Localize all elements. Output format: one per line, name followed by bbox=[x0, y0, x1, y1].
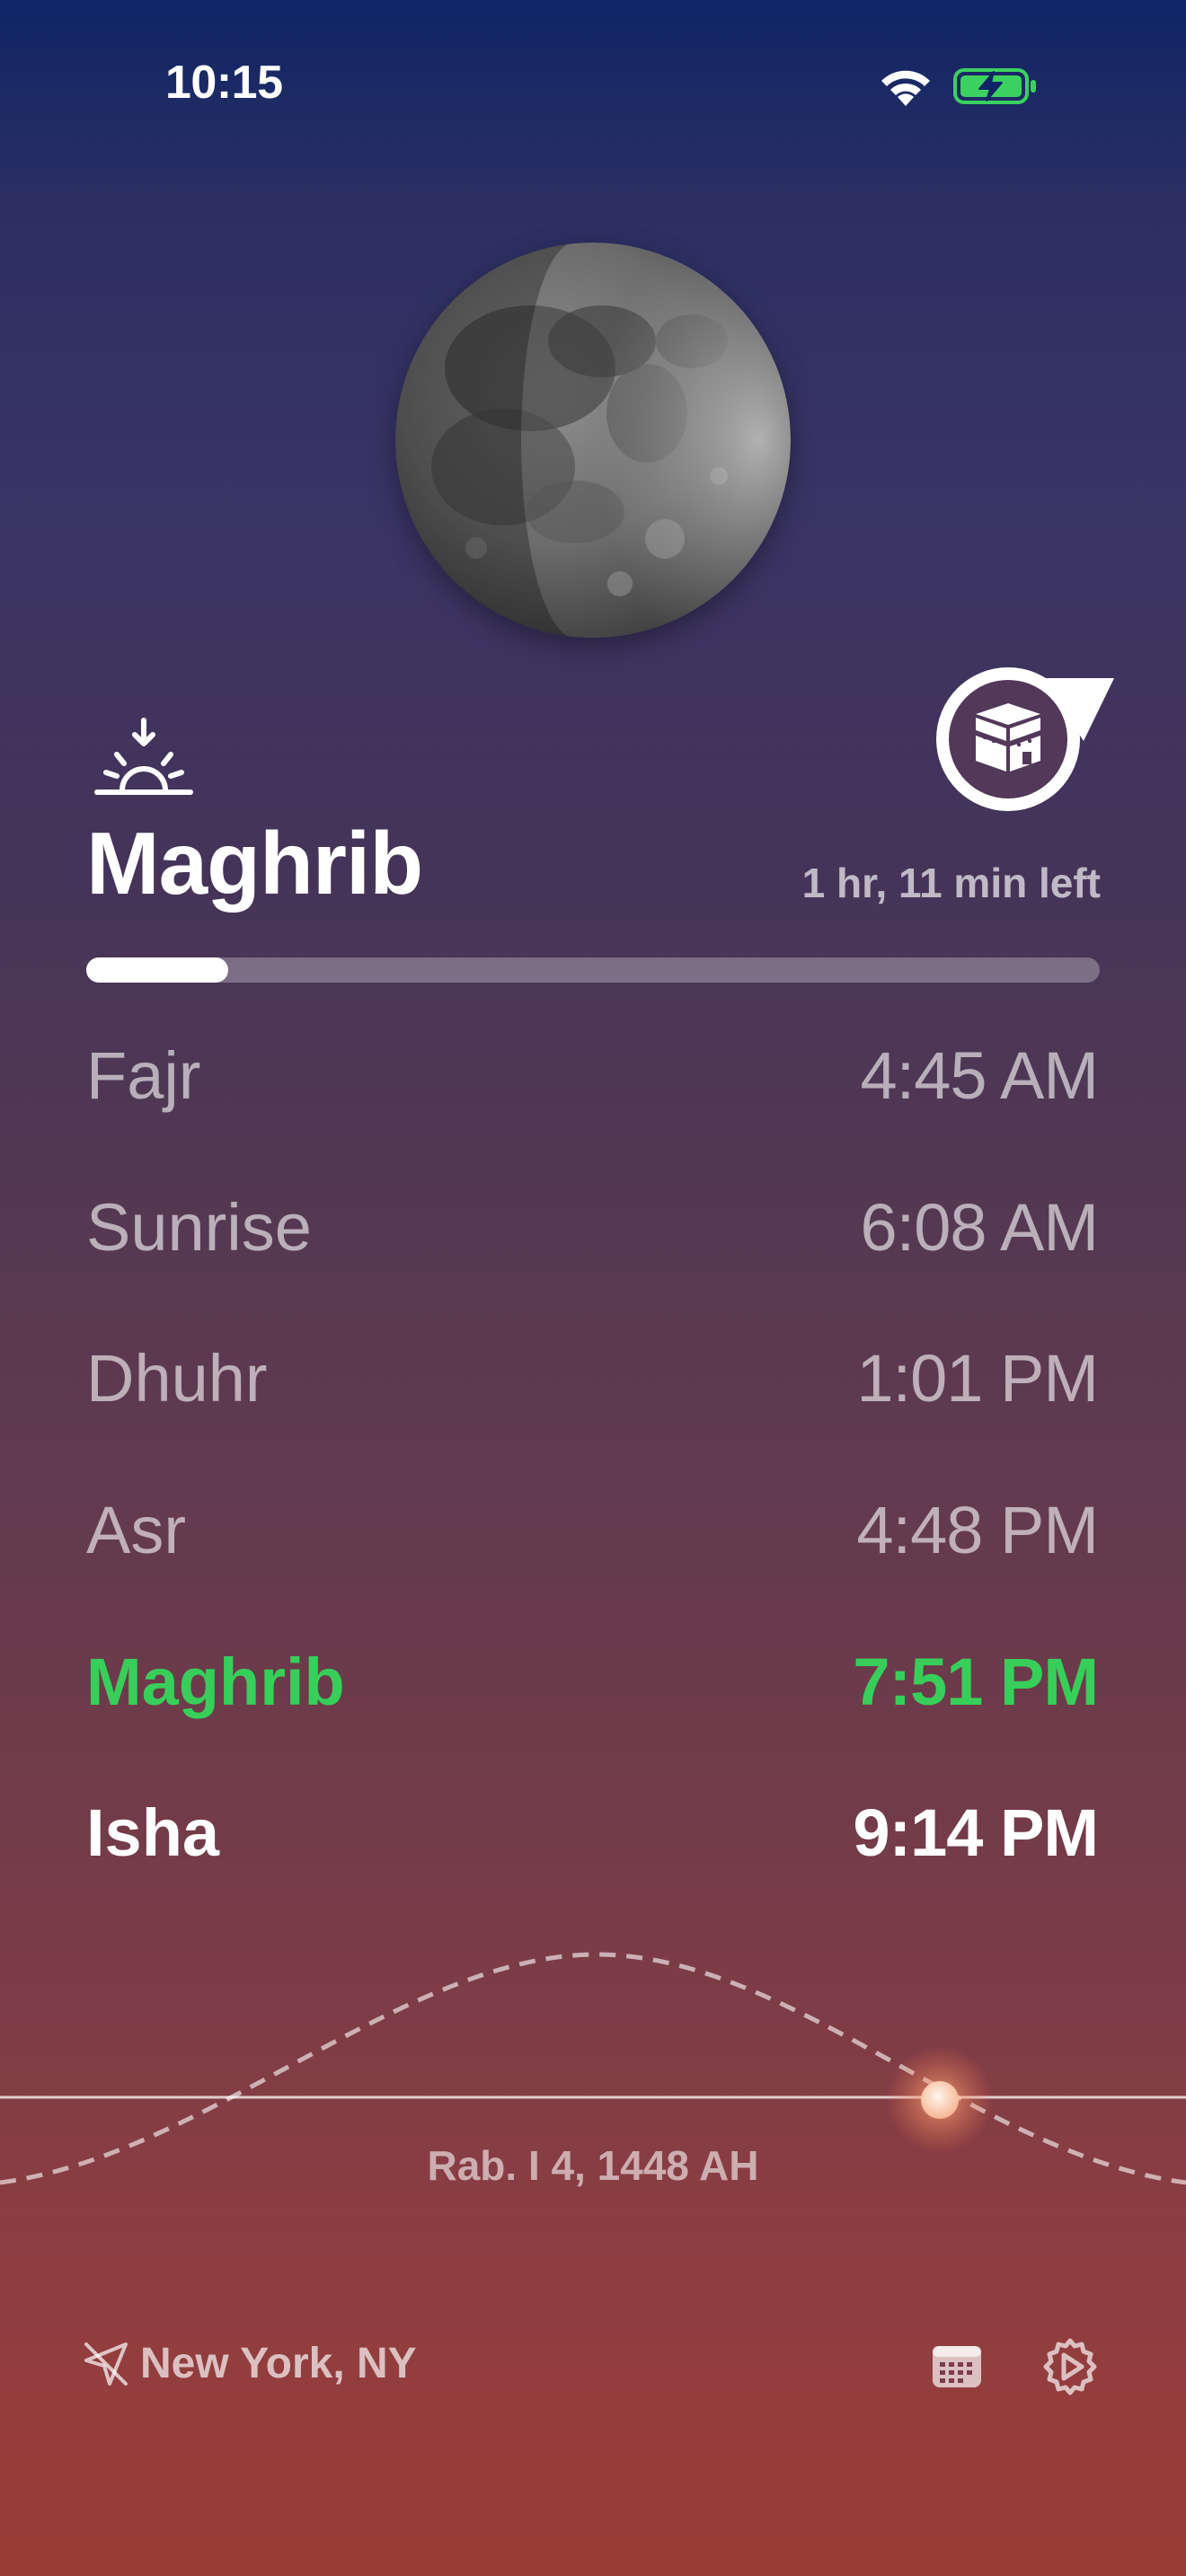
prayer-time: 4:48 PM bbox=[856, 1493, 1099, 1568]
prayer-time: 6:08 AM bbox=[860, 1189, 1099, 1265]
prayer-time: 4:45 AM bbox=[860, 1038, 1099, 1114]
prayer-row-fajr[interactable]: Fajr 4:45 AM bbox=[86, 1013, 1099, 1165]
prayer-time: 1:01 PM bbox=[856, 1341, 1099, 1416]
calendar-icon bbox=[933, 2346, 981, 2387]
prayer-times-screen: 10:15 Maghrib 1 hr, 11 min left Fajr 4:4… bbox=[0, 0, 1186, 2576]
battery-charging-icon bbox=[953, 68, 1036, 104]
current-prayer-name: Maghrib bbox=[86, 814, 423, 913]
status-time: 10:15 bbox=[165, 57, 283, 109]
sunset-icon bbox=[94, 718, 193, 795]
prayer-name: Sunrise bbox=[86, 1189, 312, 1265]
settings-button[interactable] bbox=[1040, 2337, 1100, 2396]
prayer-row-maghrib[interactable]: Maghrib 7:51 PM bbox=[86, 1619, 1099, 1770]
calendar-button[interactable] bbox=[929, 2339, 985, 2395]
location-button[interactable]: New York, NY bbox=[83, 2339, 417, 2388]
prayer-name: Isha bbox=[86, 1795, 220, 1871]
wifi-icon bbox=[881, 70, 930, 106]
time-left-label: 1 hr, 11 min left bbox=[801, 860, 1101, 906]
prayer-times-list: Fajr 4:45 AM Sunrise 6:08 AM Dhuhr 1:01 … bbox=[86, 1013, 1099, 1922]
prayer-name: Maghrib bbox=[86, 1644, 345, 1719]
prayer-row-isha[interactable]: Isha 9:14 PM bbox=[86, 1770, 1099, 1922]
prayer-row-asr[interactable]: Asr 4:48 PM bbox=[86, 1468, 1099, 1619]
prayer-name: Asr bbox=[86, 1493, 186, 1568]
prayer-progress-fill bbox=[86, 957, 228, 983]
location-label: New York, NY bbox=[140, 2340, 417, 2387]
prayer-time: 9:14 PM bbox=[853, 1795, 1099, 1871]
prayer-time: 7:51 PM bbox=[853, 1644, 1099, 1719]
prayer-name: Fajr bbox=[86, 1038, 201, 1114]
gear-icon bbox=[1043, 2338, 1097, 2395]
sun-position-marker bbox=[921, 2081, 959, 2119]
qibla-compass-button[interactable] bbox=[934, 658, 1114, 838]
prayer-row-dhuhr[interactable]: Dhuhr 1:01 PM bbox=[86, 1316, 1099, 1468]
prayer-row-sunrise[interactable]: Sunrise 6:08 AM bbox=[86, 1165, 1099, 1317]
location-arrow-icon bbox=[84, 2342, 128, 2386]
prayer-progress-bar bbox=[86, 957, 1100, 983]
moon-phase-image bbox=[395, 243, 791, 638]
hijri-date: Rab. I 4, 1448 AH bbox=[427, 2142, 759, 2189]
prayer-name: Dhuhr bbox=[86, 1341, 268, 1416]
